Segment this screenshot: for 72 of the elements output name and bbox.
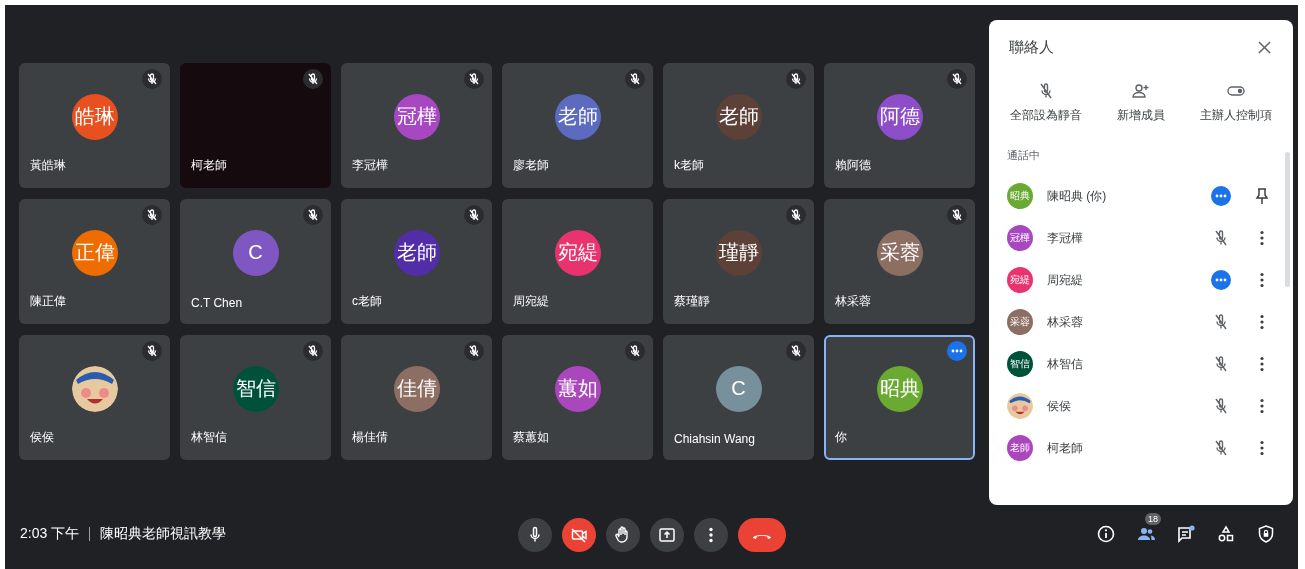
close-icon[interactable] [1258, 41, 1271, 54]
activities-icon[interactable] [1216, 524, 1236, 544]
participant-name: 柯老師 [1047, 439, 1084, 457]
meeting-time: 2:03 下午 [20, 525, 80, 543]
avatar: 昭典 [1007, 183, 1033, 209]
avatar: C [715, 365, 762, 412]
participant-name: 楊佳倩 [352, 429, 388, 446]
panel-action-button[interactable]: 新增成員 [1113, 79, 1169, 126]
participant-name: k老師 [674, 157, 704, 174]
avatar: 阿德 [876, 93, 923, 140]
participant-name: 林采蓉 [1047, 313, 1084, 331]
picture-avatar [1007, 393, 1033, 419]
chat-icon[interactable] [1176, 524, 1196, 544]
participant-name: 廖老師 [513, 157, 549, 174]
avatar: 采蓉 [876, 229, 923, 276]
participant-name: 賴阿德 [835, 157, 871, 174]
panel-action-button[interactable]: 主辦人控制項 [1195, 79, 1276, 126]
avatar: 宛緹 [554, 229, 601, 276]
participant-name: 李冠樺 [352, 157, 388, 174]
participant-name: 林智信 [191, 429, 227, 446]
avatar: 老師 [554, 93, 601, 140]
participant-name: Chiahsin Wang [674, 432, 755, 446]
participant-name: 陳正偉 [30, 293, 66, 310]
avatar: 蕙如 [554, 365, 601, 412]
avatar: 瑾靜 [715, 229, 762, 276]
microphone-button[interactable] [518, 518, 552, 552]
meeting-title: 陳昭典老師視訊教學 [100, 525, 227, 543]
more-icon[interactable] [947, 341, 967, 361]
avatar: C [232, 229, 279, 276]
avatar: 冠樺 [393, 93, 440, 140]
participant-name: 林智信 [1047, 355, 1084, 373]
participant-name: 柯老師 [191, 157, 227, 174]
participant-name: C.T Chen [191, 296, 243, 310]
participant-name: 陳昭典 (你) [1047, 187, 1108, 205]
avatar: 佳倩 [393, 365, 440, 412]
avatar: 正偉 [71, 229, 118, 276]
participant-name: 黃皓琳 [30, 157, 66, 174]
add-person-icon [1131, 81, 1151, 101]
participant-name: 蔡蕙如 [513, 429, 549, 446]
camera-off-button[interactable] [562, 518, 596, 552]
participant-name: 周宛緹 [1047, 271, 1084, 289]
raise-hand-button[interactable] [606, 518, 640, 552]
picture-avatar [71, 365, 118, 412]
participant-name: 侯侯 [30, 429, 54, 446]
avatar: 冠樺 [1007, 225, 1033, 251]
panel-title: 聯絡人 [1009, 38, 1054, 57]
avatar: 智信 [232, 365, 279, 412]
participant-name: 你 [835, 429, 847, 446]
more-options-button[interactable] [694, 518, 728, 552]
more-icon[interactable] [1211, 270, 1231, 290]
participant-name: 周宛緹 [513, 293, 549, 310]
avatar: 老師 [393, 229, 440, 276]
avatar: 宛緹 [1007, 267, 1033, 293]
participant-name: 侯侯 [1047, 397, 1072, 415]
people-count-badge: 18 [1145, 513, 1161, 525]
avatar: 老師 [1007, 435, 1033, 461]
participant-name: 李冠樺 [1047, 229, 1084, 247]
more-icon[interactable] [1211, 186, 1231, 206]
info-icon[interactable] [1096, 524, 1116, 544]
section-label: 通話中 [1007, 148, 1041, 163]
avatar: 智信 [1007, 351, 1033, 377]
avatar: 皓琳 [71, 93, 118, 140]
participant-name: 蔡瑾靜 [674, 293, 710, 310]
panel-action-button[interactable]: 全部設為靜音 [1006, 79, 1087, 126]
participant-name: 林采蓉 [835, 293, 871, 310]
avatar: 采蓉 [1007, 309, 1033, 335]
participant-name: c老師 [352, 293, 382, 310]
avatar: 老師 [715, 93, 762, 140]
security-shield-icon[interactable] [1256, 524, 1276, 544]
present-screen-button[interactable] [650, 518, 684, 552]
hang-up-button[interactable] [738, 518, 786, 552]
avatar: 昭典 [876, 365, 923, 412]
